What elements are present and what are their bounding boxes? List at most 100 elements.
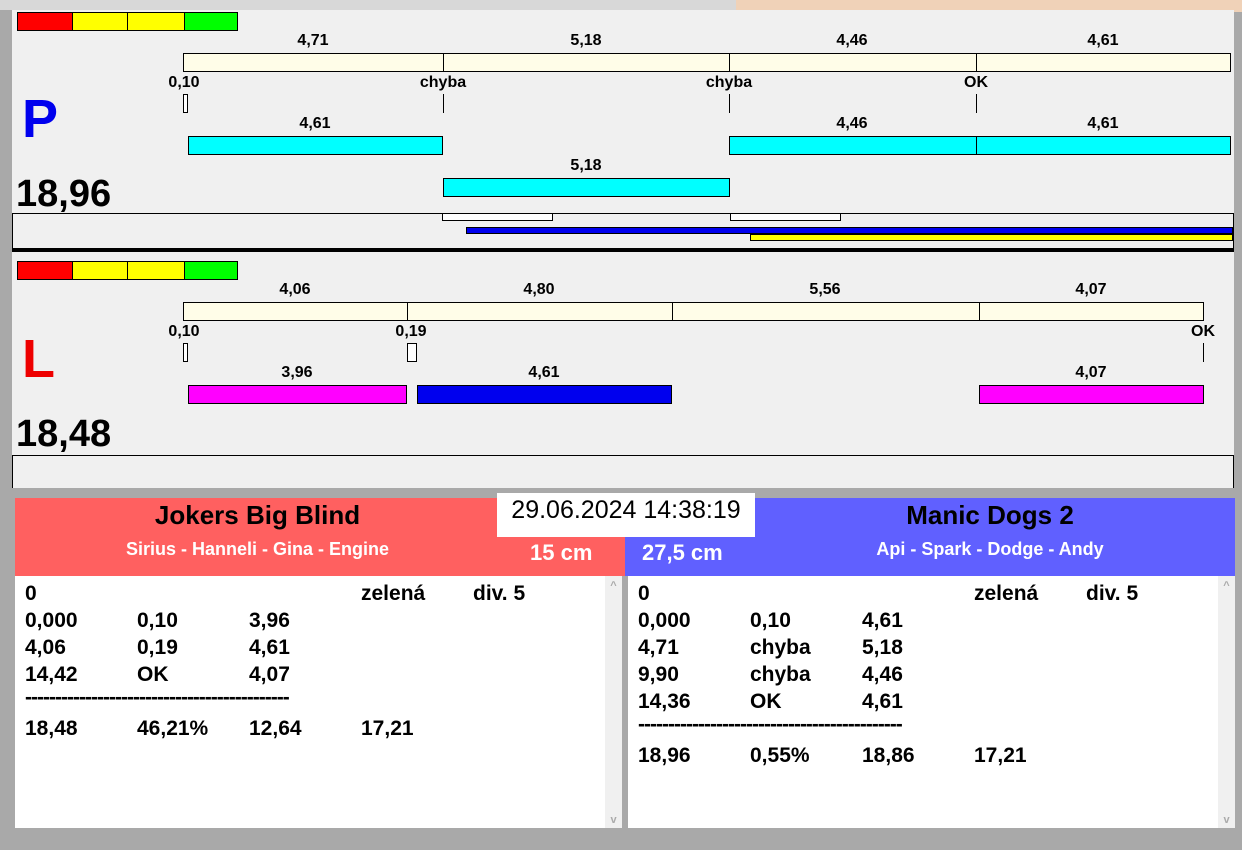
cell: 0,10 — [750, 609, 791, 632]
light-green — [184, 261, 238, 280]
cell: 0 — [25, 582, 37, 605]
cell: 0,19 — [137, 636, 178, 659]
cell: 0 — [638, 582, 650, 605]
left-team-distance: 15 cm — [530, 540, 593, 565]
cell: 9,90 — [638, 663, 679, 686]
marker-label: OK — [1191, 323, 1215, 340]
run-label: 4,61 — [528, 364, 560, 381]
cell: 18,48 — [25, 717, 78, 740]
marker-label: chyba — [419, 74, 467, 91]
marker-label: 0,10 — [168, 323, 200, 340]
cell: 4,71 — [638, 636, 679, 659]
cell: 3,96 — [249, 609, 290, 632]
right-scrollbar[interactable]: ^ v — [1218, 576, 1235, 828]
run-bar — [729, 136, 977, 155]
cell: 12,64 — [249, 717, 302, 740]
marker-label: OK — [964, 74, 988, 91]
run-bar — [417, 385, 672, 404]
panel-l — [12, 252, 1234, 488]
segment-bar — [729, 53, 977, 72]
total-l: 18,48 — [16, 413, 112, 455]
cell: 18,96 — [638, 744, 691, 767]
timeline-box — [12, 455, 1234, 488]
progress-yellow — [750, 234, 1233, 241]
right-team-distance: 27,5 cm — [642, 540, 723, 565]
run-bar — [188, 385, 407, 404]
cell: 0,000 — [638, 609, 691, 632]
timeline-marker — [730, 213, 841, 221]
marker-label: 0,19 — [395, 323, 427, 340]
cell: 18,86 — [862, 744, 915, 767]
marker-tick — [183, 343, 188, 362]
cell: zelená — [361, 582, 426, 605]
run-bar — [443, 178, 730, 197]
cell: 14,36 — [638, 690, 691, 713]
light-yellow — [72, 261, 128, 280]
cell: 4,06 — [25, 636, 66, 659]
light-yellow — [127, 261, 185, 280]
segment-bar — [183, 302, 408, 321]
separator: ----------------------------------------… — [25, 686, 290, 709]
side-label-p: P — [22, 89, 59, 149]
segment-bar — [976, 53, 1231, 72]
run-label: 5,18 — [570, 157, 602, 174]
run-label: 4,46 — [836, 115, 868, 132]
segment-bar — [979, 302, 1204, 321]
light-red — [17, 12, 73, 31]
cell: 5,18 — [862, 636, 903, 659]
cell: 17,21 — [361, 717, 414, 740]
segment-bar — [183, 53, 444, 72]
cell: 4,61 — [862, 690, 903, 713]
separator: ----------------------------------------… — [638, 713, 903, 736]
right-team-name: Manic Dogs 2 — [906, 500, 1074, 530]
segment-label: 5,18 — [570, 32, 602, 49]
segment-label: 4,71 — [297, 32, 329, 49]
marker-tick — [183, 94, 188, 113]
timeline-marker — [442, 213, 553, 221]
cell: zelená — [974, 582, 1039, 605]
datetime: 29.06.2024 14:38:19 — [497, 493, 755, 537]
segment-label: 4,80 — [523, 281, 555, 298]
marker-tick — [729, 94, 730, 113]
segment-label: 4,06 — [279, 281, 311, 298]
cell: 14,42 — [25, 663, 78, 686]
cell: 17,21 — [974, 744, 1027, 767]
cell: 0,10 — [137, 609, 178, 632]
cell: OK — [750, 690, 782, 713]
left-team-name: Jokers Big Blind — [154, 500, 361, 530]
segment-bar — [443, 53, 730, 72]
marker-label: 0,10 — [168, 74, 200, 91]
cell: 46,21% — [137, 717, 209, 740]
run-label: 4,61 — [1087, 115, 1119, 132]
cell: chyba — [750, 663, 811, 686]
cell: 4,61 — [862, 609, 903, 632]
cell: OK — [137, 663, 169, 686]
light-red — [17, 261, 73, 280]
segment-bar — [407, 302, 673, 321]
side-label-l: L — [22, 329, 55, 389]
cell: 0,000 — [25, 609, 78, 632]
cell: div. 5 — [473, 582, 526, 605]
marker-tick — [976, 94, 977, 113]
run-bar — [979, 385, 1204, 404]
segment-label: 5,56 — [809, 281, 841, 298]
light-yellow — [72, 12, 128, 31]
segment-label: 4,07 — [1075, 281, 1107, 298]
run-bar — [976, 136, 1231, 155]
marker-tick — [1203, 343, 1204, 362]
left-results-list[interactable]: 0 zelená div. 5 0,000 0,10 3,96 4,06 0,19 4,61… — [15, 576, 605, 828]
light-green — [184, 12, 238, 31]
segment-label: 4,61 — [1087, 32, 1119, 49]
run-label: 4,61 — [299, 115, 331, 132]
marker-label: chyba — [705, 74, 753, 91]
progress-blue — [466, 227, 1233, 234]
right-results-list[interactable]: 0 zelená div. 5 0,000 0,10 4,61 4,71 chyba 5,1… — [628, 576, 1218, 828]
segment-label: 4,46 — [836, 32, 868, 49]
run-label: 3,96 — [281, 364, 313, 381]
left-scrollbar[interactable]: ^ v — [605, 576, 622, 828]
run-label: 4,07 — [1075, 364, 1107, 381]
cell: 0,55% — [750, 744, 810, 767]
total-p: 18,96 — [16, 173, 112, 215]
right-team-dogs: Api - Spark - Dodge - Andy — [876, 539, 1104, 559]
light-yellow — [127, 12, 185, 31]
